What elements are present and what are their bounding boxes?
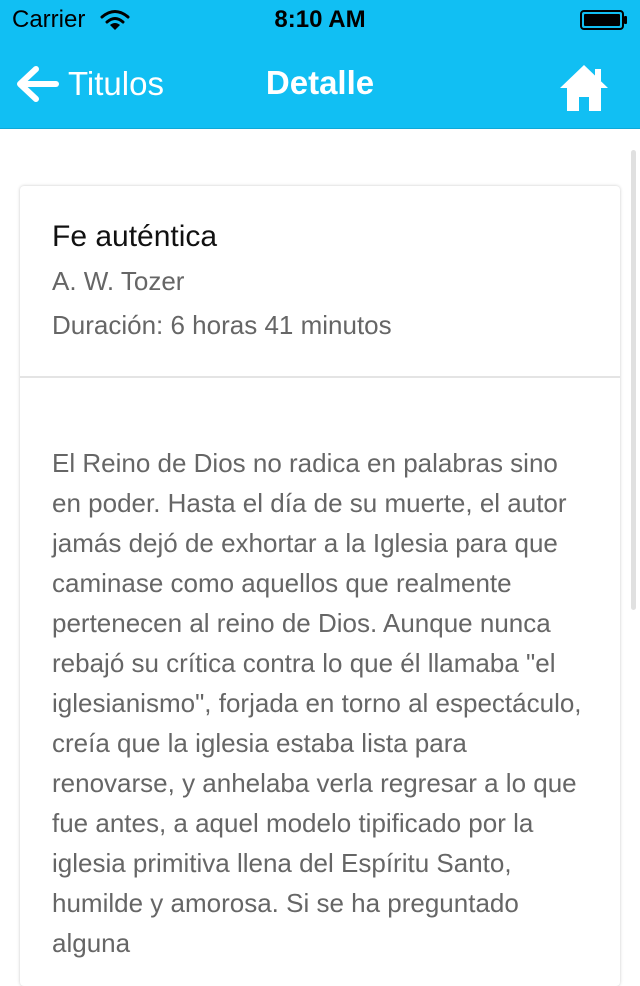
status-time: 8:10 AM: [274, 6, 366, 33]
page-title: Detalle: [265, 64, 375, 101]
book-detail-card: Fe auténtica A. W. Tozer Duración: 6 hor…: [20, 186, 620, 986]
navigation-bar: Carrier 8:10 AM Titulos Detalle: [0, 0, 640, 129]
status-bar: Carrier 8:10 AM: [0, 0, 640, 40]
book-title: Fe auténtica: [52, 220, 218, 253]
card-header: Fe auténtica A. W. Tozer Duración: 6 hor…: [20, 186, 620, 378]
book-author: A. W. Tozer: [52, 266, 185, 296]
home-icon[interactable]: [558, 62, 610, 114]
book-description: El Reino de Dios no radica en palabras s…: [52, 448, 582, 958]
scrollbar[interactable]: [631, 150, 636, 610]
book-duration: Duración: 6 horas 41 minutos: [52, 310, 392, 340]
battery-icon: [580, 10, 627, 30]
